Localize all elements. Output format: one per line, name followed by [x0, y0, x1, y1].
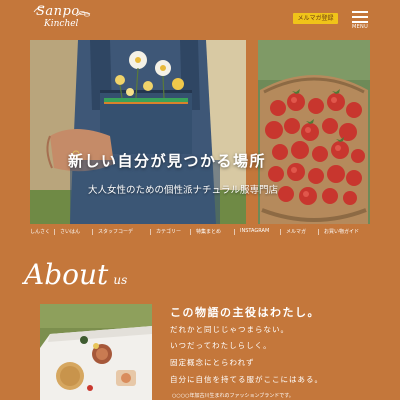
hero-subtitle: 大人女性のための個性派ナチュラル服専門店 [88, 185, 279, 196]
category-nav: しんさく さいはん スタッフコーデ カテゴリー 特集まとめ INSTAGRAM … [30, 228, 370, 240]
menu-button[interactable]: MENU [349, 10, 371, 30]
nav-divider [234, 229, 235, 235]
nav-divider [190, 229, 191, 235]
hero-title: 新しい自分が見つかる場所 [68, 152, 267, 170]
nav-item-features[interactable]: 特集まとめ [196, 228, 221, 235]
about-headline: この物語の主役はわたし。 [170, 306, 320, 319]
nav-item-restock[interactable]: さいはん [60, 228, 80, 235]
site-logo[interactable]: Sanpo Kinchel [32, 4, 94, 34]
nav-divider [280, 229, 281, 235]
nav-item-shopping-guide[interactable]: お買い物ガイド [324, 228, 359, 235]
logo-text-sub: Kinchel [44, 19, 79, 29]
site-header: Sanpo Kinchel メルマガ登録 MENU [0, 0, 400, 38]
logo-text-main: Sanpo [36, 4, 80, 19]
about-heading-sub: us [113, 273, 128, 287]
nav-item-category[interactable]: カテゴリー [156, 228, 181, 235]
nav-divider [318, 229, 319, 235]
brand-origin-note: ○○○○年加古川生まれのファッションブランドです。 [172, 393, 294, 399]
nav-item-newsletter[interactable]: メルマガ [286, 228, 306, 235]
about-image-picnic [40, 304, 152, 400]
nav-item-instagram[interactable]: INSTAGRAM [240, 228, 269, 234]
about-text-line: 固定概念にとらわれず [170, 358, 255, 367]
nav-divider [92, 229, 93, 235]
nav-divider [150, 229, 151, 235]
menu-label: MENU [351, 24, 369, 30]
about-text-line: 自分に自信を持てる服がここにはある。 [170, 375, 323, 384]
nav-item-staff-coordinate[interactable]: スタッフコーデ [98, 228, 133, 235]
hamburger-icon [352, 11, 368, 13]
about-heading: About us [24, 258, 127, 291]
nav-item-new[interactable]: しんさく [30, 228, 50, 235]
hero-image-overalls [30, 40, 246, 224]
about-text-line: だれかと同じじゃつまらない。 [170, 325, 289, 334]
about-text-line: いつだってわたしらしく。 [170, 341, 272, 350]
hero-image-strawberries [258, 40, 370, 224]
newsletter-button[interactable]: メルマガ登録 [293, 13, 338, 24]
nav-divider [54, 229, 55, 235]
about-heading-main: About [24, 258, 109, 291]
